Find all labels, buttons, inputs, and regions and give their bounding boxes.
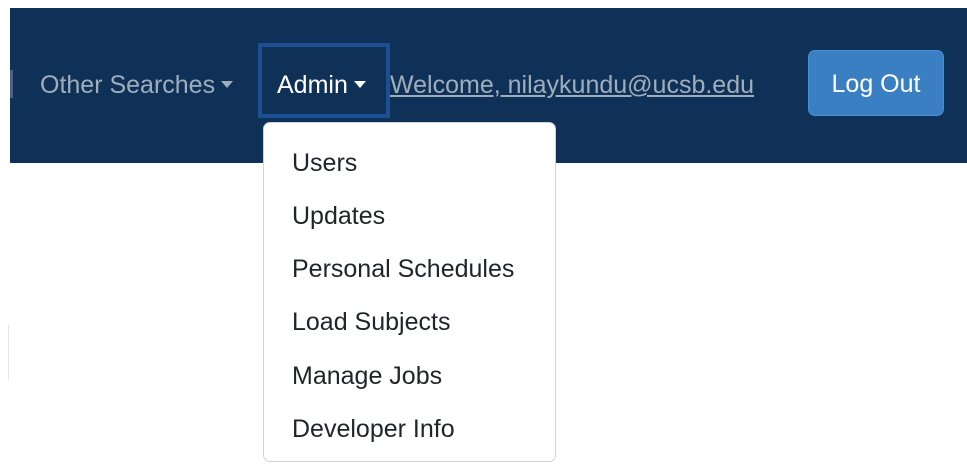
nav-admin-dropdown[interactable]: Admin xyxy=(277,72,366,98)
admin-dropdown-menu: Users Updates Personal Schedules Load Su… xyxy=(263,122,556,462)
admin-menu-item-personal-schedules[interactable]: Personal Schedules xyxy=(292,254,514,284)
admin-menu-item-developer-info[interactable]: Developer Info xyxy=(292,414,455,444)
chevron-down-icon xyxy=(221,80,234,88)
navbar-left-edge xyxy=(10,70,13,98)
nav-other-searches-label: Other Searches xyxy=(40,71,216,99)
welcome-user-link[interactable]: Welcome, nilaykundu@ucsb.edu xyxy=(390,72,754,98)
nav-other-searches-dropdown[interactable]: Other Searches xyxy=(40,71,234,99)
admin-menu-item-manage-jobs[interactable]: Manage Jobs xyxy=(292,361,442,391)
nav-admin-label: Admin xyxy=(277,71,348,99)
admin-menu-item-load-subjects[interactable]: Load Subjects xyxy=(292,307,450,337)
admin-menu-item-users[interactable]: Users xyxy=(292,148,357,178)
page-left-divider xyxy=(8,325,9,380)
chevron-down-icon xyxy=(353,80,366,88)
logout-button[interactable]: Log Out xyxy=(808,50,944,116)
admin-menu-item-updates[interactable]: Updates xyxy=(292,201,385,231)
